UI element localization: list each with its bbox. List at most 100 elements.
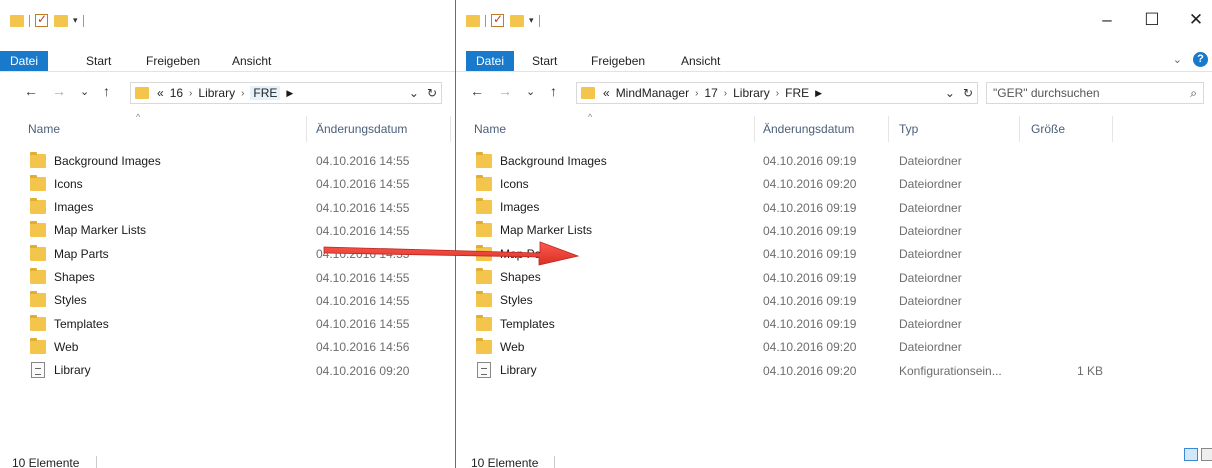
column-header-date[interactable]: Änderungsdatum xyxy=(316,116,407,142)
file-name: Images xyxy=(500,200,540,215)
divider xyxy=(29,14,30,27)
folder-icon xyxy=(30,268,46,284)
address-bar[interactable]: « MindManager › 17 › Library › FRE ▶ ⌄ ↻ xyxy=(576,82,978,104)
breadcrumb-fre[interactable]: FRE xyxy=(250,86,281,100)
column-header-name[interactable]: Name ^ xyxy=(28,112,140,142)
modified-date: 04.10.2016 14:55 xyxy=(316,177,410,192)
expand-ribbon-icon[interactable]: ⌄ xyxy=(1173,53,1182,66)
config-file-icon xyxy=(31,362,45,379)
refresh-icon[interactable]: ↻ xyxy=(427,86,437,100)
folder-icon xyxy=(581,87,595,99)
column-header-size[interactable]: Größe xyxy=(1031,116,1065,142)
large-icons-view-icon[interactable] xyxy=(1201,448,1212,461)
new-folder-icon[interactable] xyxy=(510,14,524,27)
forward-arrow-icon[interactable]: → xyxy=(52,83,66,99)
new-folder-icon[interactable] xyxy=(54,14,68,27)
list-item[interactable]: Background Images xyxy=(476,149,607,172)
search-input[interactable]: "GER" durchsuchen ⌕ xyxy=(986,82,1204,104)
breadcrumb-16[interactable]: 16 xyxy=(170,86,183,100)
tab-start[interactable]: Start xyxy=(522,51,567,71)
breadcrumb-library[interactable]: Library xyxy=(198,86,235,100)
back-arrow-icon[interactable]: ← xyxy=(470,83,484,99)
column-header-date[interactable]: Änderungsdatum xyxy=(763,116,854,142)
dropdown-chevron-icon[interactable]: ⌄ xyxy=(945,86,955,100)
list-item[interactable]: Background Images xyxy=(30,149,161,172)
list-item[interactable]: Web xyxy=(476,335,524,358)
column-divider[interactable] xyxy=(306,116,307,142)
list-item[interactable]: Map Marker Lists xyxy=(30,219,146,242)
list-item[interactable]: Templates xyxy=(476,312,555,335)
refresh-icon[interactable]: ↻ xyxy=(963,86,973,100)
list-item[interactable]: Images xyxy=(30,196,93,219)
tab-datei[interactable]: Datei xyxy=(0,51,49,71)
breadcrumb-17[interactable]: 17 xyxy=(704,86,717,100)
maximize-icon[interactable]: ☐ xyxy=(1137,10,1167,30)
list-item[interactable]: Styles xyxy=(476,289,533,312)
breadcrumb-fre[interactable]: FRE xyxy=(785,86,809,100)
list-item[interactable]: Images xyxy=(476,196,539,219)
properties-icon[interactable] xyxy=(491,12,504,27)
minimize-icon[interactable]: – xyxy=(1092,10,1122,30)
search-icon[interactable]: ⌕ xyxy=(1190,83,1197,103)
customize-toolbar-icon[interactable]: ▾ xyxy=(73,15,78,26)
divider xyxy=(554,456,555,468)
column-divider[interactable] xyxy=(888,116,889,142)
tab-freigeben[interactable]: Freigeben xyxy=(581,51,655,71)
list-item[interactable]: Web xyxy=(30,335,78,358)
list-item[interactable]: Icons xyxy=(476,172,529,195)
folder-icon xyxy=(476,314,492,331)
chevron-right-icon[interactable]: › xyxy=(241,88,244,99)
chevron-right-icon[interactable]: › xyxy=(724,88,727,99)
list-item[interactable]: Library xyxy=(476,359,537,382)
tab-datei[interactable]: Datei xyxy=(466,51,515,71)
column-header-name[interactable]: Name ^ xyxy=(474,112,592,142)
address-bar[interactable]: « 16 › Library › FRE ▶ ⌄ ↻ xyxy=(130,82,442,104)
list-item[interactable]: Shapes xyxy=(476,266,541,289)
forward-arrow-icon[interactable]: → xyxy=(498,83,512,99)
chevron-right-icon[interactable]: › xyxy=(695,88,698,99)
dropdown-chevron-icon[interactable]: ⌄ xyxy=(409,86,419,100)
properties-icon[interactable] xyxy=(35,12,48,27)
details-view-icon[interactable] xyxy=(1184,448,1198,461)
tab-start[interactable]: Start xyxy=(76,51,121,71)
tab-freigeben[interactable]: Freigeben xyxy=(136,51,210,71)
title-bar: ▾ – ☐ ✕ xyxy=(456,0,1212,40)
modified-date: 04.10.2016 09:19 xyxy=(763,270,857,285)
tab-ansicht[interactable]: Ansicht xyxy=(671,51,730,71)
modified-date: 04.10.2016 09:20 xyxy=(316,363,410,378)
column-divider[interactable] xyxy=(1112,116,1113,142)
modified-date: 04.10.2016 09:20 xyxy=(763,177,857,192)
tab-ansicht[interactable]: Ansicht xyxy=(222,51,281,71)
list-item[interactable]: Templates xyxy=(30,312,109,335)
breadcrumb-overflow[interactable]: « xyxy=(603,86,610,100)
help-icon[interactable]: ? xyxy=(1193,52,1208,67)
chevron-right-icon[interactable]: › xyxy=(776,88,779,99)
folder-icon[interactable] xyxy=(10,14,24,27)
breadcrumb-library[interactable]: Library xyxy=(733,86,770,100)
breadcrumb-overflow[interactable]: « xyxy=(157,86,164,100)
back-arrow-icon[interactable]: ← xyxy=(24,83,38,99)
breadcrumb-mindmanager[interactable]: MindManager xyxy=(616,86,689,100)
file-type: Dateiordner xyxy=(899,293,962,308)
chevron-right-icon[interactable]: › xyxy=(189,88,192,99)
recent-locations-icon[interactable]: ⌄ xyxy=(526,85,535,98)
folder-icon[interactable] xyxy=(466,14,480,27)
triangle-right-icon[interactable]: ▶ xyxy=(815,88,822,99)
column-header-type[interactable]: Typ xyxy=(899,116,918,142)
list-item[interactable]: Shapes xyxy=(30,266,95,289)
column-divider[interactable] xyxy=(450,116,451,142)
list-item[interactable]: Library xyxy=(30,359,91,382)
list-item[interactable]: Icons xyxy=(30,172,83,195)
column-label: Änderungsdatum xyxy=(763,122,855,136)
triangle-right-icon[interactable]: ▶ xyxy=(286,88,293,99)
list-item[interactable]: Styles xyxy=(30,289,87,312)
up-arrow-icon[interactable]: ↑ xyxy=(550,83,557,99)
close-icon[interactable]: ✕ xyxy=(1181,10,1211,30)
up-arrow-icon[interactable]: ↑ xyxy=(103,83,110,99)
file-name: Styles xyxy=(500,293,533,308)
column-divider[interactable] xyxy=(754,116,755,142)
recent-locations-icon[interactable]: ⌄ xyxy=(80,85,89,98)
customize-toolbar-icon[interactable]: ▾ xyxy=(529,15,534,26)
column-divider[interactable] xyxy=(1019,116,1020,142)
list-item[interactable]: Map Parts xyxy=(30,242,109,265)
